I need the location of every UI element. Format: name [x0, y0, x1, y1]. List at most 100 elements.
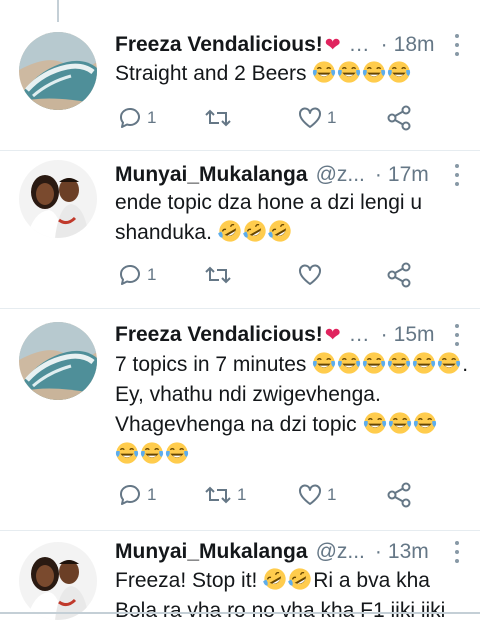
share-button[interactable]	[386, 260, 412, 290]
emoji-group	[263, 568, 313, 592]
reply-icon	[118, 106, 142, 130]
tweet-text-line: Bola ra vha ro no vha kha F1 iiki iiki	[115, 596, 465, 626]
timestamp[interactable]: 15m	[394, 323, 435, 347]
tweet-text-segment: Vhagevhenga na dzi topic	[115, 413, 357, 436]
retweet-button[interactable]: 1	[204, 480, 246, 510]
tweet[interactable]: Freeza Vendalicious! ❤ … · 15m 7 topics …	[0, 308, 480, 531]
tweet-text-segment: 7 topics in 7 minutes	[115, 353, 307, 376]
tears-of-joy-emoji-icon	[165, 442, 189, 464]
tweet-text-segment: Bola ra vha ro no vha kha F1 iiki iiki	[115, 599, 446, 622]
avatar[interactable]	[19, 32, 97, 110]
red-heart-icon: ❤	[324, 34, 341, 56]
author-name[interactable]: Freeza Vendalicious!	[115, 33, 323, 57]
heart-icon	[298, 106, 322, 130]
tweet-text-segment: Straight and 2 Beers	[115, 62, 307, 85]
tears-of-joy-emoji-icon	[363, 352, 386, 374]
ellipsis: …	[348, 323, 371, 346]
timestamp[interactable]: 18m	[394, 33, 435, 57]
retweet-count: 1	[237, 485, 247, 504]
tweet-text-line: Vhagevhenga na dzi topic	[115, 410, 465, 440]
share-button[interactable]	[386, 103, 412, 133]
tweet[interactable]: Munyai_Mukalanga @z... · 13m Freeza! Sto…	[0, 530, 480, 630]
author-name[interactable]: Munyai_Mukalanga	[115, 540, 308, 564]
tears-of-joy-emoji-icon	[388, 61, 411, 83]
like-button[interactable]: 1	[298, 103, 336, 133]
ocean-wave-avatar-image	[19, 32, 97, 110]
emoji-group	[312, 61, 412, 85]
tears-of-joy-emoji-icon	[388, 412, 411, 434]
tears-of-joy-emoji-icon	[388, 352, 411, 374]
more-options-icon[interactable]	[454, 541, 460, 563]
reply-icon	[118, 263, 142, 287]
tweet[interactable]: Munyai_Mukalanga @z... · 17m ende topic …	[0, 150, 480, 309]
tears-of-joy-emoji-icon	[313, 61, 336, 83]
reply-count: 1	[147, 485, 157, 504]
avatar[interactable]	[19, 542, 97, 620]
share-icon	[386, 482, 412, 508]
share-button[interactable]	[386, 480, 412, 510]
reply-button[interactable]: 1	[118, 103, 156, 133]
ocean-wave-avatar-image	[19, 322, 97, 400]
tweet-text-line: Ey, vhathu ndi zwigevhenga.	[115, 380, 465, 410]
avatar[interactable]	[19, 160, 97, 238]
author-name[interactable]: Munyai_Mukalanga	[115, 163, 308, 187]
retweet-button[interactable]	[204, 103, 232, 133]
tweet-text-suffix: .	[462, 353, 469, 376]
tweet-text: Freeza! Stop it! Ri a bva kha Bola ra vha…	[115, 566, 465, 626]
tears-of-joy-emoji-icon	[313, 352, 336, 374]
reply-count: 1	[147, 265, 157, 284]
red-heart-icon: ❤	[324, 324, 341, 346]
tweet-text: ende topic dza hone a dzi lengi u shanduk…	[115, 188, 465, 248]
tweet[interactable]: Freeza Vendalicious! ❤ … · 18m Straight …	[0, 0, 480, 151]
tweet-text-line	[115, 440, 465, 470]
rofl-emoji-icon	[242, 220, 266, 242]
tweet-text-segment: Ey, vhathu ndi zwigevhenga.	[115, 383, 381, 406]
couple-photo-avatar-image	[19, 160, 97, 238]
tweet-text-line: ende topic dza hone a dzi lengi u	[115, 188, 465, 218]
tweet-text-line: Straight and 2 Beers	[115, 59, 465, 89]
retweet-icon	[204, 483, 232, 507]
author-name[interactable]: Freeza Vendalicious!	[115, 323, 323, 347]
separator: ·	[380, 33, 388, 56]
more-options-icon[interactable]	[454, 164, 460, 186]
tears-of-joy-emoji-icon	[413, 412, 436, 434]
tweet-header: Freeza Vendalicious! ❤ … · 18m	[115, 31, 468, 59]
emoji-group	[115, 442, 190, 466]
tweet-actions: 1 1 1	[118, 480, 418, 510]
reply-button[interactable]: 1	[118, 260, 156, 290]
heart-icon	[298, 483, 322, 507]
timestamp[interactable]: 13m	[388, 540, 429, 564]
tweet-header: Freeza Vendalicious! ❤ … · 15m	[115, 321, 468, 349]
reply-icon	[118, 483, 142, 507]
like-button[interactable]	[298, 260, 322, 290]
like-button[interactable]: 1	[298, 480, 336, 510]
rofl-emoji-icon	[267, 220, 291, 242]
retweet-button[interactable]	[204, 260, 232, 290]
tears-of-joy-emoji-icon	[363, 61, 386, 83]
tweet-actions: 11	[118, 103, 418, 133]
tweet-header: Munyai_Mukalanga @z... · 17m	[115, 161, 468, 189]
like-count: 1	[327, 485, 337, 504]
more-options-icon[interactable]	[454, 34, 460, 56]
author-handle[interactable]: @z...	[316, 163, 365, 187]
tweet-text-segment: Freeza! Stop it!	[115, 569, 258, 592]
avatar[interactable]	[19, 322, 97, 400]
reply-button[interactable]: 1	[118, 480, 156, 510]
separator: ·	[374, 540, 382, 563]
tears-of-joy-emoji-icon	[413, 352, 436, 374]
more-options-icon[interactable]	[454, 324, 460, 346]
reply-count: 1	[147, 108, 157, 127]
timestamp[interactable]: 17m	[388, 163, 429, 187]
emoji-group	[217, 220, 293, 244]
share-icon	[386, 262, 412, 288]
tweet-header: Munyai_Mukalanga @z... · 13m	[115, 538, 468, 566]
tweet-text: 7 topics in 7 minutes . Ey, vhathu ndi z…	[115, 350, 469, 470]
ellipsis: …	[348, 33, 371, 56]
separator: ·	[380, 323, 388, 346]
author-handle[interactable]: @z...	[316, 540, 365, 564]
emoji-group	[363, 412, 438, 436]
tears-of-joy-emoji-icon	[140, 442, 164, 464]
retweet-icon	[204, 106, 232, 130]
tears-of-joy-emoji-icon	[438, 352, 461, 374]
separator: ·	[374, 163, 382, 186]
